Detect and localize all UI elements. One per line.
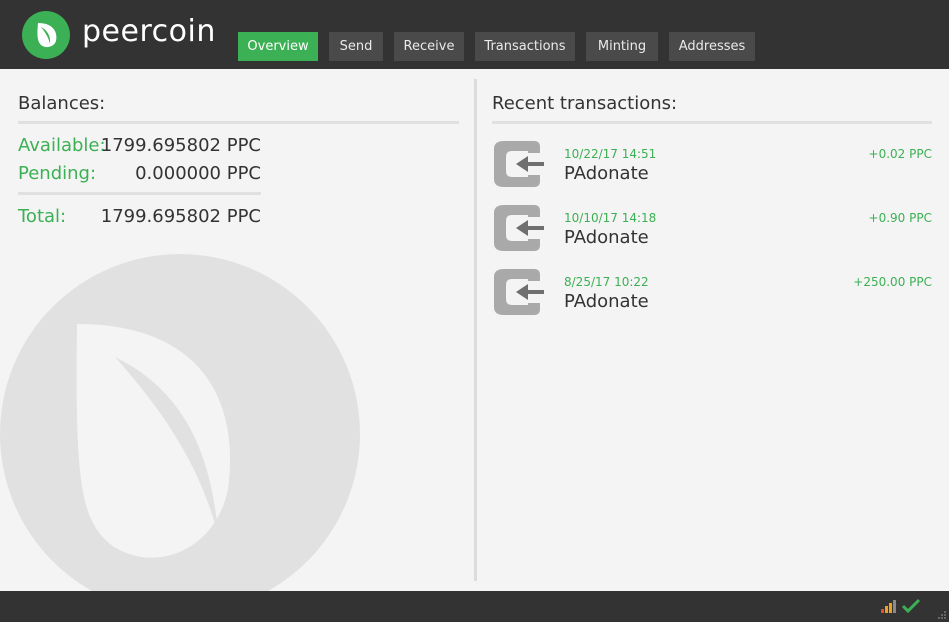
total-value: 1799.695802 PPC — [100, 206, 261, 227]
tab-minting[interactable]: Minting — [586, 32, 658, 61]
transaction-amount: +0.90 PPC — [868, 211, 932, 225]
transaction-amount: +250.00 PPC — [853, 275, 932, 289]
peercoin-logo-icon — [22, 11, 70, 59]
panel-divider — [474, 79, 477, 581]
recent-title-rule — [492, 121, 932, 124]
transaction-label: PAdonate — [564, 163, 649, 184]
tab-receive[interactable]: Receive — [394, 32, 464, 61]
resize-grip-icon[interactable] — [937, 610, 947, 620]
receive-icon — [494, 205, 544, 251]
peercoin-watermark-icon — [0, 254, 360, 591]
available-value: 1799.695802 PPC — [100, 135, 261, 156]
tab-transactions[interactable]: Transactions — [475, 32, 575, 61]
transaction-row[interactable]: 10/22/17 14:51 +0.02 PPC PAdonate — [492, 139, 932, 191]
top-bar: peercoin Overview Send Receive Transacti… — [0, 0, 949, 69]
recent-transactions-title: Recent transactions: — [492, 93, 678, 114]
transaction-row[interactable]: 10/10/17 14:18 +0.90 PPC PAdonate — [492, 203, 932, 255]
tab-addresses[interactable]: Addresses — [669, 32, 755, 61]
network-signal-icon[interactable] — [880, 599, 898, 613]
balances-title-rule — [18, 121, 459, 124]
brand-name: peercoin — [82, 14, 216, 49]
transaction-amount: +0.02 PPC — [868, 147, 932, 161]
overview-page: Balances: Available: 1799.695802 PPC Pen… — [0, 69, 949, 591]
total-label: Total: — [18, 206, 67, 227]
pending-value: 0.000000 PPC — [135, 163, 261, 184]
peercoin-wallet-window: peercoin Overview Send Receive Transacti… — [0, 0, 949, 622]
receive-icon — [494, 141, 544, 187]
transaction-label: PAdonate — [564, 291, 649, 312]
balances-title: Balances: — [18, 93, 106, 114]
transaction-date: 10/10/17 14:18 — [564, 211, 657, 225]
available-label: Available: — [18, 135, 106, 156]
tab-send[interactable]: Send — [329, 32, 383, 61]
transaction-label: PAdonate — [564, 227, 649, 248]
transaction-row[interactable]: 8/25/17 10:22 +250.00 PPC PAdonate — [492, 267, 932, 319]
receive-icon — [494, 269, 544, 315]
transaction-date: 10/22/17 14:51 — [564, 147, 657, 161]
tab-overview[interactable]: Overview — [238, 32, 318, 61]
status-bar — [0, 591, 949, 622]
synced-check-icon[interactable] — [902, 598, 920, 613]
transaction-date: 8/25/17 10:22 — [564, 275, 649, 289]
pending-label: Pending: — [18, 163, 97, 184]
balances-sum-rule — [18, 192, 261, 195]
